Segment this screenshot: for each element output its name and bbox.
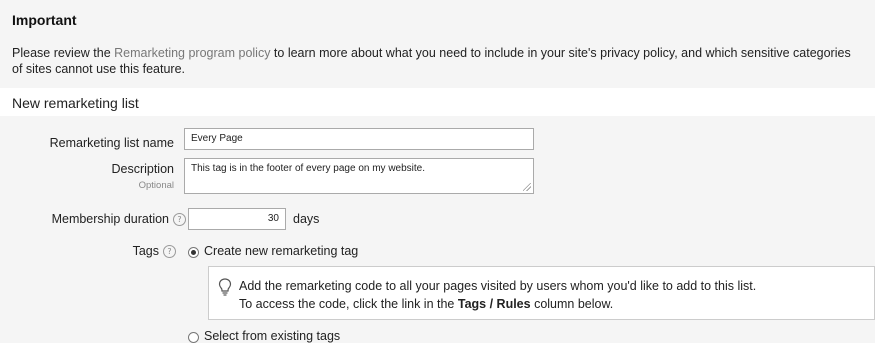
duration-help-icon[interactable]: ? bbox=[173, 213, 186, 227]
list-name-input[interactable]: Every Page bbox=[184, 128, 534, 150]
create-tag-label: Create new remarketing tag bbox=[204, 244, 359, 258]
tags-label-row: Tags? bbox=[0, 244, 176, 259]
important-title: Important bbox=[12, 12, 77, 28]
tags-label: Tags bbox=[132, 244, 159, 258]
info-line-2-prefix: To access the code, click the link in th… bbox=[239, 297, 458, 311]
create-tag-radio[interactable] bbox=[188, 247, 199, 258]
duration-label: Membership duration bbox=[51, 212, 169, 226]
info-line-2-suffix: column below. bbox=[530, 297, 614, 311]
list-name-label: Remarketing list name bbox=[49, 136, 174, 150]
duration-input[interactable]: 30 bbox=[188, 208, 286, 230]
description-optional-hint: Optional bbox=[138, 180, 174, 191]
lightbulb-icon bbox=[218, 278, 232, 296]
duration-label-row: Membership duration? bbox=[0, 212, 186, 227]
duration-unit: days bbox=[293, 212, 320, 226]
select-existing-label: Select from existing tags bbox=[204, 329, 341, 343]
remarketing-list-form: Remarketing list name Every Page Descrip… bbox=[0, 116, 875, 343]
description-textarea[interactable]: This tag is in the footer of every page … bbox=[184, 158, 534, 194]
info-text: Add the remarketing code to all your pag… bbox=[239, 277, 869, 313]
important-text: Please review the Remarketing program po… bbox=[12, 45, 862, 77]
info-line-1: Add the remarketing code to all your pag… bbox=[239, 279, 757, 293]
info-line-2-bold: Tags / Rules bbox=[457, 297, 531, 311]
remarketing-policy-link[interactable]: Remarketing program policy bbox=[114, 46, 270, 60]
resize-grip-icon[interactable] bbox=[523, 183, 531, 191]
tags-help-icon[interactable]: ? bbox=[163, 245, 176, 259]
section-title: New remarketing list bbox=[12, 95, 139, 111]
remarketing-info-box: Add the remarketing code to all your pag… bbox=[208, 266, 875, 320]
select-existing-radio[interactable] bbox=[188, 332, 199, 343]
important-notice: Important Please review the Remarketing … bbox=[0, 0, 875, 88]
important-text-prefix: Please review the bbox=[12, 46, 115, 60]
description-text: This tag is in the footer of every page … bbox=[191, 163, 426, 174]
description-label: Description bbox=[111, 162, 174, 176]
info-line-2: To access the code, click the link in th… bbox=[239, 295, 869, 313]
